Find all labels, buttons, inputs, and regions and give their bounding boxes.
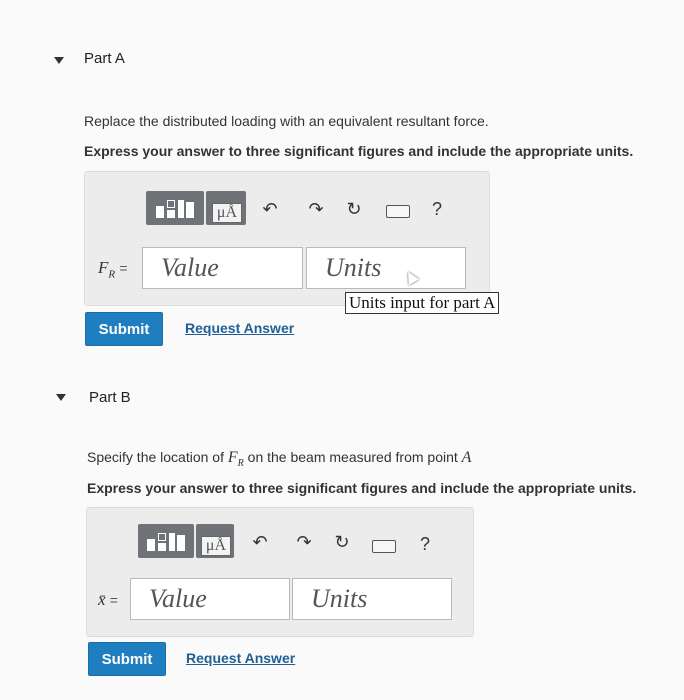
redo-icon[interactable]: ↷ xyxy=(292,532,316,552)
part-b-units-input[interactable]: Units xyxy=(292,578,452,620)
part-b-variable-label: x̄ = xyxy=(98,590,118,609)
redo-icon[interactable]: ↷ xyxy=(304,199,328,219)
part-b-request-answer-link[interactable]: Request Answer xyxy=(186,650,295,666)
part-b-instruction: Express your answer to three significant… xyxy=(87,480,637,496)
part-b-value-input[interactable]: Value xyxy=(130,578,290,620)
undo-icon[interactable]: ↶ xyxy=(258,199,282,219)
part-a-toolbar: μÅ ↶ ↷ ↻ ? xyxy=(146,191,466,227)
help-icon[interactable]: ? xyxy=(416,534,434,554)
reset-icon[interactable]: ↻ xyxy=(330,532,354,552)
part-a-submit-button[interactable]: Submit xyxy=(85,312,163,346)
part-b-toolbar: μÅ ↶ ↷ ↻ ? xyxy=(138,524,448,560)
part-a-prompt: Replace the distributed loading with an … xyxy=(84,113,489,129)
help-icon[interactable]: ? xyxy=(428,199,446,219)
templates-icon xyxy=(147,533,187,551)
part-a-units-input[interactable]: Units xyxy=(306,247,466,289)
templates-button[interactable] xyxy=(138,524,194,558)
templates-button[interactable] xyxy=(146,191,204,225)
part-a-request-answer-link[interactable]: Request Answer xyxy=(185,320,294,336)
collapse-part-b-icon[interactable] xyxy=(56,394,66,401)
units-icon: μÅ xyxy=(212,203,242,223)
units-button[interactable]: μÅ xyxy=(196,524,234,558)
undo-icon[interactable]: ↶ xyxy=(248,532,272,552)
units-tooltip: Units input for part A xyxy=(345,292,500,314)
part-b-prompt: Specify the location of FR on the beam m… xyxy=(87,449,472,469)
units-button[interactable]: μÅ xyxy=(206,191,246,225)
templates-icon xyxy=(156,200,196,218)
part-a-variable-label: FR = xyxy=(98,258,128,281)
collapse-part-a-icon[interactable] xyxy=(54,57,64,64)
part-a-value-input[interactable]: Value xyxy=(142,247,303,289)
part-b-submit-button[interactable]: Submit xyxy=(88,642,166,676)
part-b-title: Part B xyxy=(89,389,131,406)
keyboard-icon[interactable] xyxy=(372,540,396,553)
part-a-title: Part A xyxy=(84,50,125,67)
part-a-instruction: Express your answer to three significant… xyxy=(84,143,634,159)
keyboard-icon[interactable] xyxy=(386,205,410,218)
reset-icon[interactable]: ↻ xyxy=(342,199,366,219)
units-icon: μÅ xyxy=(201,536,231,556)
